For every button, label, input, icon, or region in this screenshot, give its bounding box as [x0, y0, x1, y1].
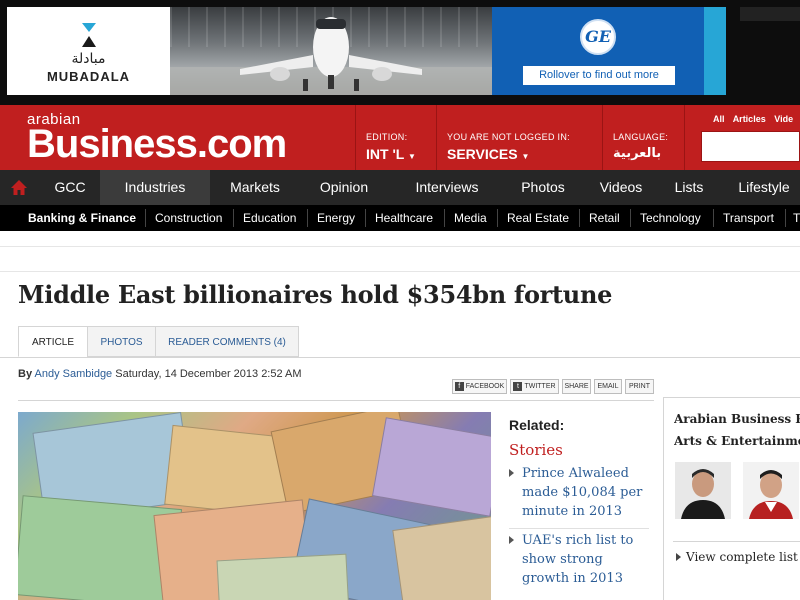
person-photo-icon	[675, 462, 731, 519]
nav-industries[interactable]: Industries	[100, 170, 210, 205]
ge-rollover-button[interactable]: Rollover to find out more	[523, 66, 675, 85]
article-image-banknotes[interactable]	[18, 412, 491, 600]
nav-gcc[interactable]: GCC	[40, 170, 100, 205]
mubadala-ad[interactable]: مبادلة MUBADALA	[7, 7, 170, 95]
triangle-bullet-icon	[509, 536, 514, 544]
power-list-title[interactable]: Arabian Business Pow Arts & Entertainmen…	[674, 408, 800, 452]
site-header: arabian Business.com EDITION: INT 'L ▼ Y…	[0, 105, 800, 170]
triangle-bullet-icon	[676, 553, 681, 561]
tab-photos[interactable]: PHOTOS	[87, 326, 156, 357]
mubadala-logo-icon	[82, 23, 96, 47]
subnav-construction[interactable]: Construction	[155, 205, 222, 231]
edition-selector[interactable]: EDITION: INT 'L ▼	[366, 132, 416, 162]
view-complete-list-link[interactable]: View complete list	[676, 550, 798, 564]
nav-photos[interactable]: Photos	[506, 170, 580, 205]
subnav-healthcare[interactable]: Healthcare	[375, 205, 433, 231]
nav-lifestyle[interactable]: Lifestyle	[728, 170, 800, 205]
print-button[interactable]: PRINT	[625, 379, 654, 394]
main-navigation: GCC Industries Markets Opinion Interview…	[0, 170, 800, 205]
person-photo-icon	[743, 462, 799, 519]
email-button[interactable]: EMAIL	[594, 379, 622, 394]
edition-value: INT 'L	[366, 146, 405, 162]
related-label: Related:	[509, 417, 565, 433]
ge-logo-icon: GE	[580, 19, 616, 55]
nav-lists[interactable]: Lists	[662, 170, 716, 205]
ad-right-panel	[740, 7, 800, 21]
subnav-transport[interactable]: Transport	[723, 205, 774, 231]
language-label: LANGUAGE:	[613, 132, 669, 142]
chevron-down-icon: ▼	[521, 152, 530, 161]
article-headline: Middle East billionaires hold $354bn for…	[18, 280, 613, 309]
subnav-technology[interactable]: Technology	[640, 205, 701, 231]
twitter-icon: t	[513, 381, 523, 391]
ge-ad[interactable]: GE Rollover to find out more	[492, 7, 704, 95]
services-value: SERVICES	[447, 146, 518, 162]
publish-date: Saturday, 14 December 2013 2:52 AM	[115, 368, 302, 380]
language-selector[interactable]: LANGUAGE: بالعربية	[613, 132, 668, 161]
services-menu[interactable]: YOU ARE NOT LOGGED IN: SERVICES ▼	[447, 132, 570, 162]
logo-big-text: Business.com	[27, 122, 287, 166]
subnav-more[interactable]: T	[793, 205, 800, 231]
subnav-banking-finance[interactable]: Banking & Finance	[28, 205, 137, 231]
mubadala-arabic-text: مبادلة	[71, 51, 106, 67]
language-value: بالعربية	[613, 146, 662, 161]
subnav-media[interactable]: Media	[454, 205, 487, 231]
airplane-hangar-image[interactable]	[170, 7, 492, 95]
facebook-share-button[interactable]: f FACEBOOK	[452, 379, 507, 394]
search-filter-articles[interactable]: Articles	[733, 114, 766, 124]
edition-label: EDITION:	[366, 132, 408, 142]
advertisement-banner[interactable]: مبادلة MUBADALA GE Rollover to find out …	[0, 0, 800, 105]
subnav-retail[interactable]: Retail	[589, 205, 620, 231]
share-button[interactable]: SHARE	[562, 379, 591, 394]
search-filter-all[interactable]: All	[713, 114, 725, 124]
subnav-energy[interactable]: Energy	[317, 205, 355, 231]
nav-markets[interactable]: Markets	[210, 170, 300, 205]
nav-opinion[interactable]: Opinion	[300, 170, 388, 205]
site-logo[interactable]: arabian Business.com	[27, 112, 287, 166]
login-status-label: YOU ARE NOT LOGGED IN:	[447, 132, 570, 142]
ad-stripe	[704, 7, 726, 95]
related-stories-heading: Stories	[509, 441, 563, 459]
related-story-link[interactable]: Prince Alwaleed made $10,084 per minute …	[509, 464, 649, 521]
nav-videos[interactable]: Videos	[584, 170, 658, 205]
facebook-icon: f	[454, 381, 464, 391]
search-filter-videos[interactable]: Vide	[774, 114, 793, 124]
nav-interviews[interactable]: Interviews	[392, 170, 502, 205]
airplane-icon	[170, 17, 492, 95]
avatar[interactable]	[743, 462, 799, 519]
tab-reader-comments[interactable]: READER COMMENTS (4)	[155, 326, 299, 357]
sub-navigation: Banking & Finance Construction Education…	[0, 205, 800, 231]
subnav-real-estate[interactable]: Real Estate	[507, 205, 569, 231]
mubadala-latin-text: MUBADALA	[46, 69, 131, 84]
subnav-education[interactable]: Education	[243, 205, 296, 231]
byline-prefix: By	[18, 368, 33, 380]
triangle-bullet-icon	[509, 469, 514, 477]
search-input[interactable]	[701, 131, 800, 162]
twitter-share-button[interactable]: t TWITTER	[510, 379, 559, 394]
search-filters: All Articles Vide	[713, 114, 799, 124]
home-icon[interactable]	[10, 179, 28, 196]
tab-article[interactable]: ARTICLE	[18, 326, 88, 357]
related-story-link[interactable]: UAE's rich list to show strong growth in…	[509, 531, 649, 588]
author-link[interactable]: Andy Sambidge	[35, 368, 113, 380]
avatar[interactable]	[675, 462, 731, 519]
article-byline: By Andy Sambidge Saturday, 14 December 2…	[18, 368, 302, 380]
chevron-down-icon: ▼	[407, 152, 416, 161]
